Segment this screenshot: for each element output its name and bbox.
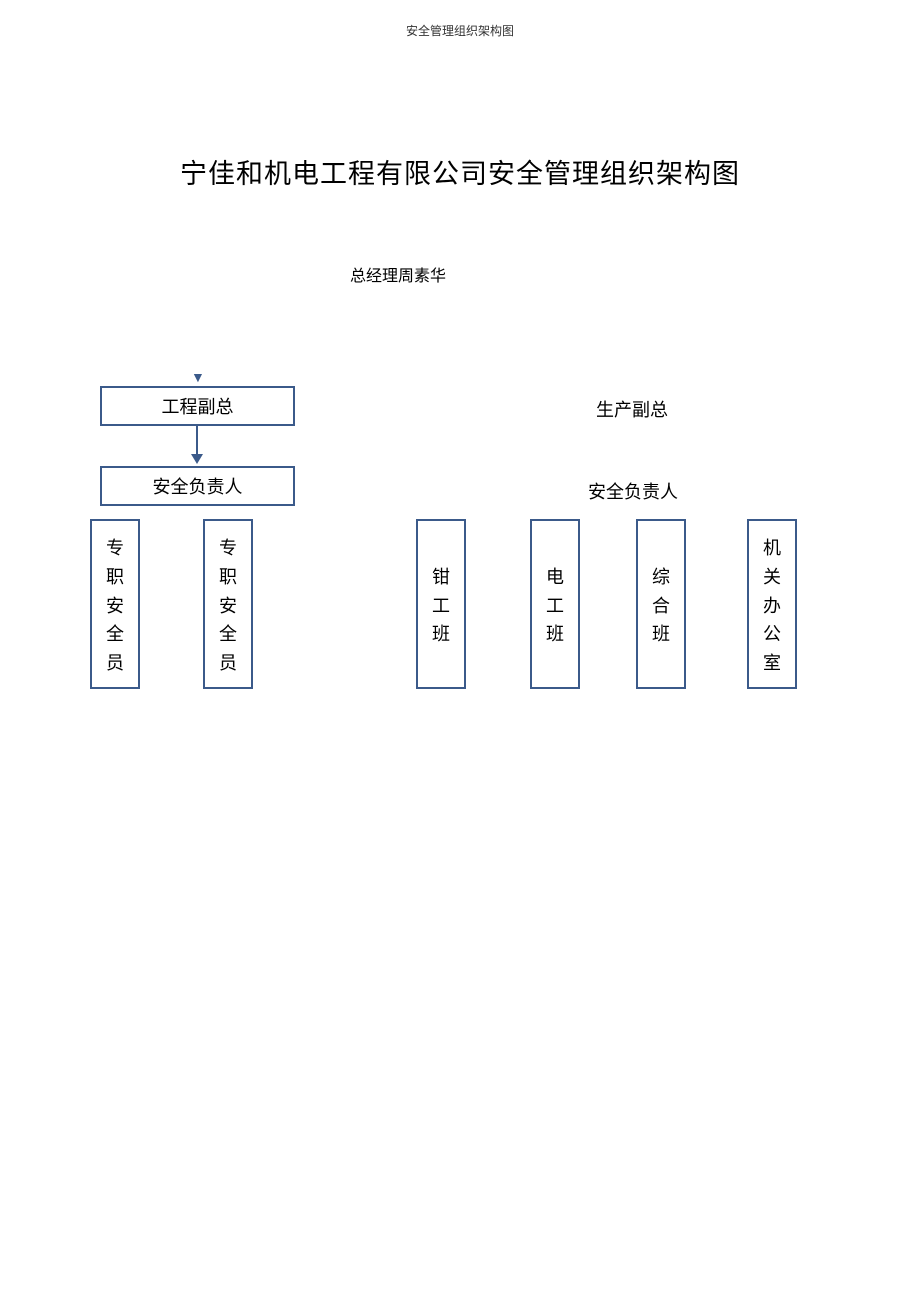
node-team-electrician: 电工班 [530,519,580,689]
arrow-down-icon [196,426,198,462]
node-label: 专职安全员 [219,534,237,678]
document-title: 宁佳和机电工程有限公司安全管理组织架构图 [0,152,920,191]
page-header: 安全管理组织架构图 [0,22,920,39]
node-engineering-vp: 工程副总 [100,386,295,426]
node-team-general: 综合班 [636,519,686,689]
node-label: 工程副总 [162,393,234,419]
node-team-office: 机关办公室 [747,519,797,689]
node-label: 电工班 [546,563,564,649]
node-label: 安全负责人 [153,473,243,499]
node-label: 机关办公室 [763,534,781,678]
node-safety-officer: 专职安全员 [90,519,140,689]
node-right-safety-lead: 安全负责人 [588,478,678,504]
node-label: 专职安全员 [106,534,124,678]
node-label: 钳工班 [432,563,450,649]
node-left-safety-lead: 安全负责人 [100,466,295,506]
node-general-manager: 总经理周素华 [350,262,446,286]
node-safety-officer: 专职安全员 [203,519,253,689]
node-production-vp: 生产副总 [596,396,668,422]
node-team-fitter: 钳工班 [416,519,466,689]
node-label: 综合班 [652,563,670,649]
arrowhead-icon: ▼ [191,371,205,387]
